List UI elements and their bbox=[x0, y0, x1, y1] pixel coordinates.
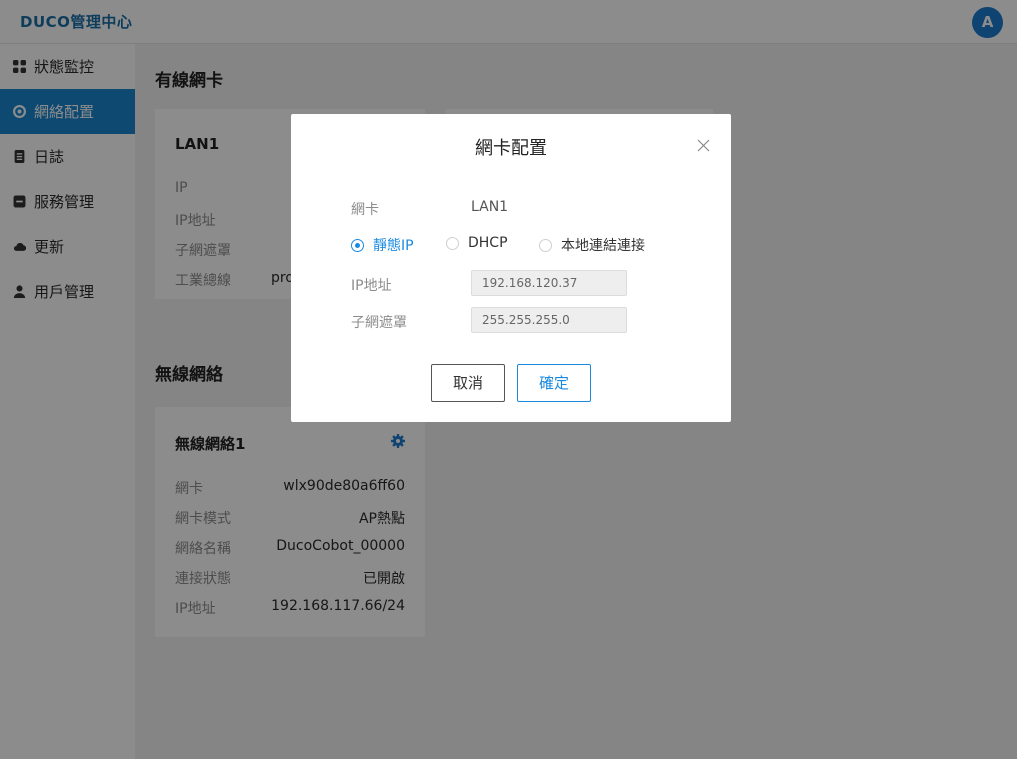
radio-label: 本地連結連接 bbox=[561, 238, 645, 254]
nic-label: 網卡 bbox=[351, 202, 379, 218]
subnet-mask-label: 子網遮罩 bbox=[351, 315, 407, 331]
radio-button-icon bbox=[446, 236, 459, 250]
ip-address-label: IP地址 bbox=[351, 278, 392, 294]
radio-label: 靜態IP bbox=[373, 238, 414, 254]
nic-config-dialog: 網卡配置 網卡 LAN1 靜態IP DHCP 本地連結連接 IP地址 192.1… bbox=[291, 114, 731, 422]
subnet-mask-field[interactable]: 255.255.255.0 bbox=[471, 307, 627, 333]
radio-static-ip[interactable]: 靜態IP bbox=[351, 235, 414, 255]
radio-link-local[interactable]: 本地連結連接 bbox=[539, 235, 645, 255]
radio-label: DHCP bbox=[468, 235, 508, 251]
close-icon[interactable] bbox=[697, 139, 710, 152]
ip-address-field[interactable]: 192.168.120.37 bbox=[471, 270, 627, 296]
radio-dhcp[interactable]: DHCP bbox=[446, 235, 508, 251]
nic-value: LAN1 bbox=[471, 199, 509, 215]
radio-button-icon bbox=[351, 238, 364, 252]
confirm-button[interactable]: 確定 bbox=[517, 364, 591, 402]
dialog-title: 網卡配置 bbox=[475, 138, 547, 159]
radio-button-icon bbox=[539, 238, 552, 252]
cancel-button[interactable]: 取消 bbox=[431, 364, 505, 402]
